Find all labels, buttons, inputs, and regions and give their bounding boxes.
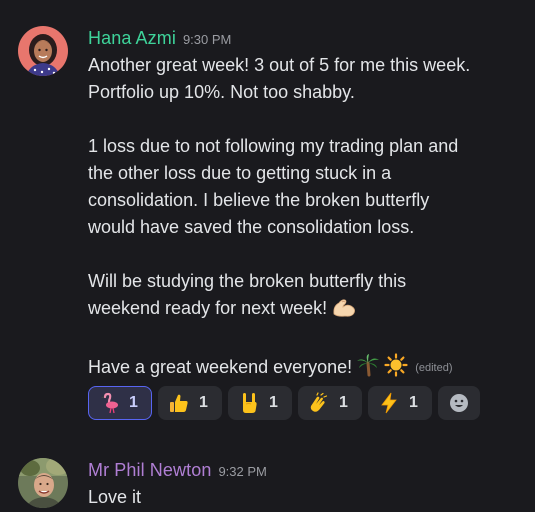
message-header: Hana Azmi 9:30 PM: [88, 24, 527, 52]
reaction-flamingo[interactable]: 1: [88, 386, 152, 420]
message-line-with-emoji: Have a great weekend everyone! (edited): [88, 353, 527, 385]
avatar-image: [18, 26, 68, 76]
add-reaction-button[interactable]: [438, 386, 480, 420]
lightning-bolt-icon: [381, 392, 397, 414]
reaction-count: 1: [409, 394, 418, 411]
message-text: weekend ready for next week!: [88, 298, 328, 318]
sun-icon: [384, 353, 408, 385]
clapping-hands-icon: [310, 392, 328, 412]
reaction-lightning[interactable]: 1: [368, 386, 432, 420]
author-name[interactable]: Mr Phil Newton: [88, 460, 211, 480]
reaction-count: 1: [129, 394, 138, 411]
reactions-bar: 1 1 1 1 1: [88, 386, 480, 422]
message-header: Mr Phil Newton 9:32 PM: [88, 456, 527, 484]
message-line: Another great week! 3 out of 5 for me th…: [88, 55, 471, 75]
palm-tree-icon: [356, 353, 380, 385]
avatar-hana-azmi[interactable]: [18, 26, 68, 76]
thumbs-up-icon: [170, 394, 188, 412]
message-timestamp[interactable]: 9:30 PM: [183, 32, 231, 47]
rock-on-hand-icon: [243, 393, 257, 413]
message-line-with-emoji: weekend ready for next week!: [88, 295, 527, 326]
chat-message-list: Hana Azmi 9:30 PM Another great week! 3 o…: [0, 0, 535, 512]
reaction-count: 1: [339, 394, 348, 411]
add-reaction-smiley-icon: [450, 394, 468, 412]
message-timestamp[interactable]: 9:32 PM: [218, 464, 266, 479]
reaction-count: 1: [269, 394, 278, 411]
flamingo-icon: [101, 392, 118, 414]
reaction-clapping[interactable]: 1: [298, 386, 362, 420]
message-line: 1 loss due to not following my trading p…: [88, 136, 459, 156]
edited-label: (edited): [415, 362, 453, 374]
avatar-phil-newton[interactable]: [18, 458, 68, 508]
message-body: Hana Azmi 9:30 PM Another great week! 3 o…: [88, 24, 527, 385]
message-content: Another great week! 3 out of 5 for me th…: [88, 52, 527, 385]
message-line: consolidation. I believe the broken butt…: [88, 190, 430, 210]
message-line: Portfolio up 10%. Not too shabby.: [88, 82, 355, 102]
message-body: Mr Phil Newton 9:32 PM Love it: [88, 456, 527, 511]
avatar-image: [18, 458, 68, 508]
message-text: Love it: [88, 487, 142, 507]
flexed-biceps-icon: [331, 296, 357, 326]
message-text: Have a great weekend everyone!: [88, 357, 353, 377]
message-line: the other loss due to getting stuck in a: [88, 163, 392, 183]
reaction-count: 1: [199, 394, 208, 411]
reaction-thumbs-up[interactable]: 1: [158, 386, 222, 420]
message-line: would have saved the consolidation loss.: [88, 217, 415, 237]
message-line: Will be studying the broken butterfly th…: [88, 271, 407, 291]
reaction-rock-on[interactable]: 1: [228, 386, 292, 420]
author-name[interactable]: Hana Azmi: [88, 28, 176, 48]
